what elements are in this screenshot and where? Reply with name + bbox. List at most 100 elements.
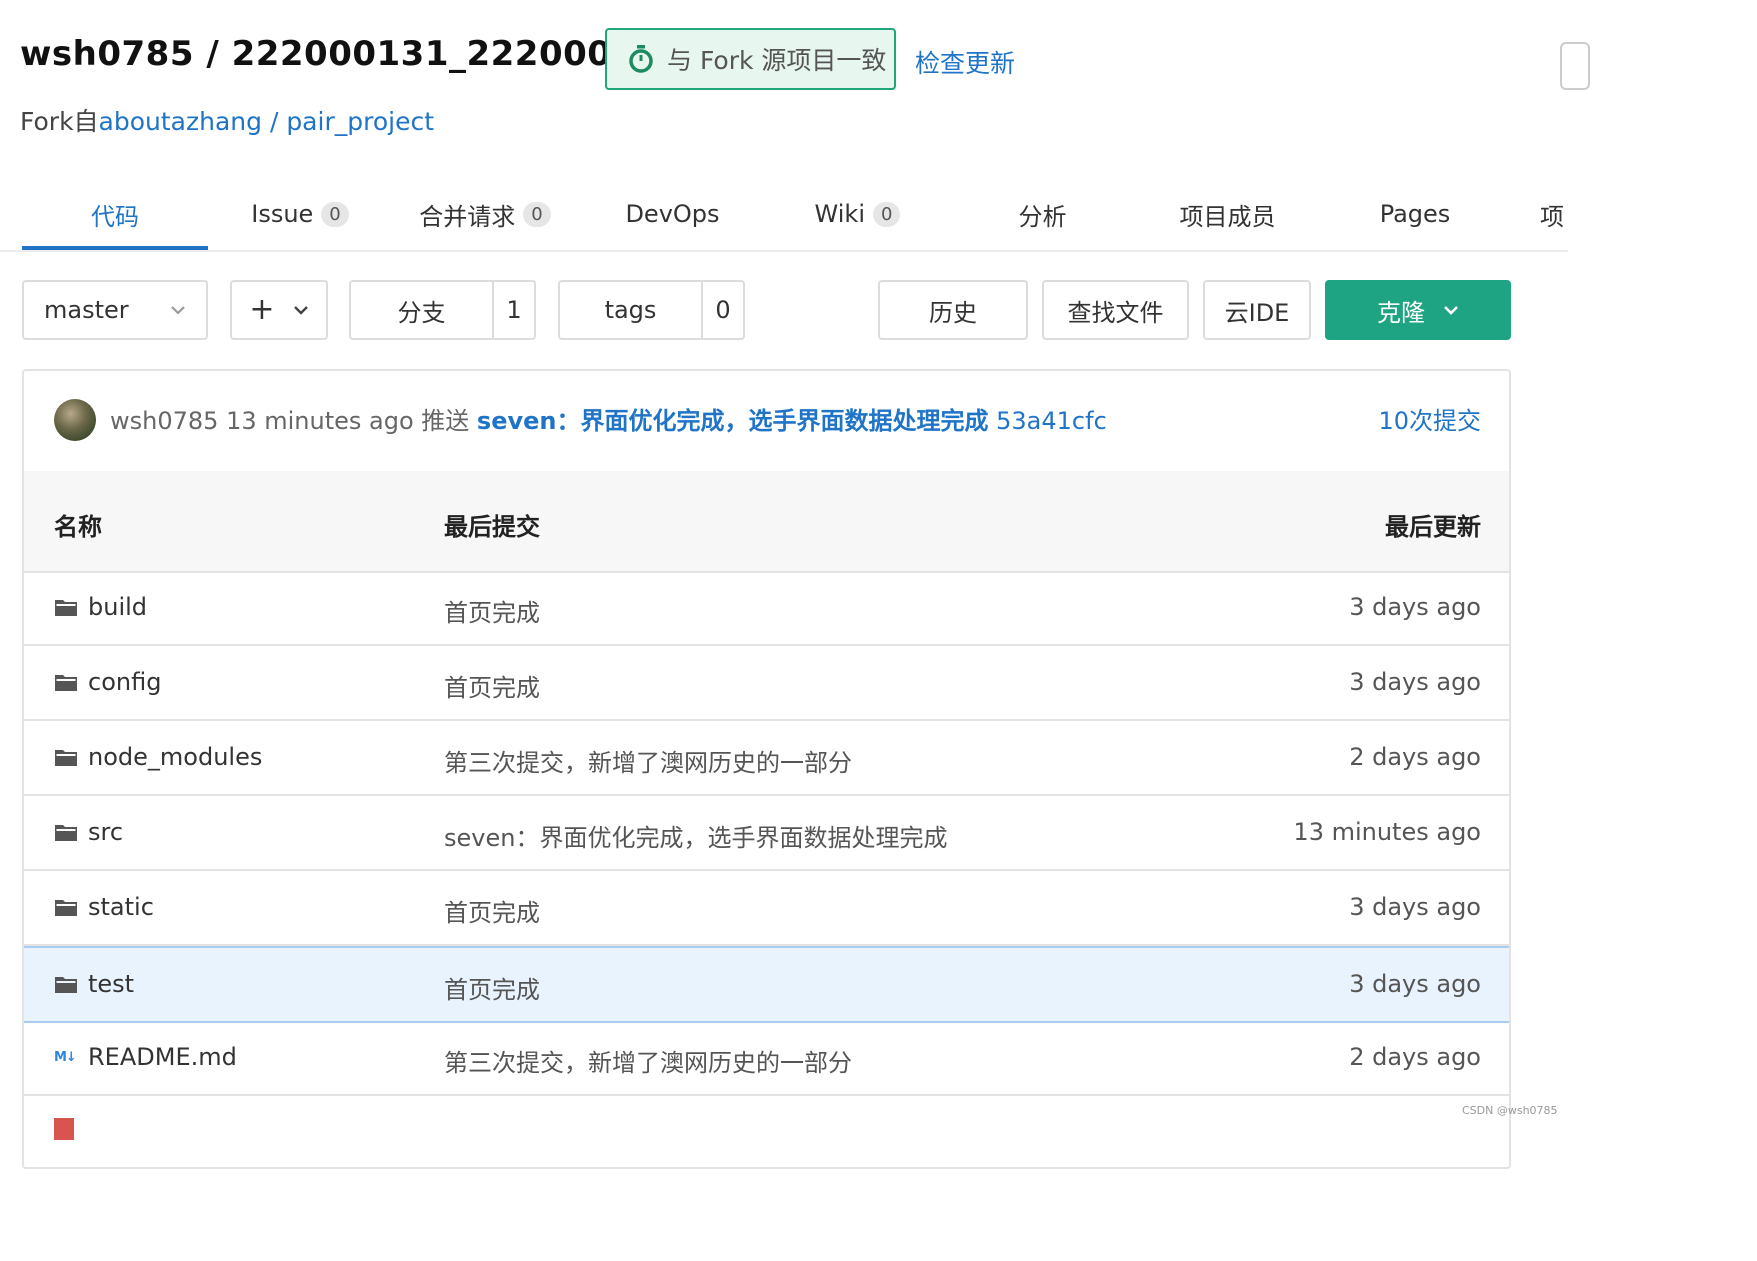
file-name[interactable]: node_modules (88, 743, 262, 771)
commit-action: 推送 (421, 407, 470, 435)
clone-label: 克隆 (1377, 298, 1425, 327)
tab-overflow[interactable]: 项 (1540, 178, 1580, 250)
commit-message-link[interactable]: seven：界面优化完成，选手界面数据处理完成 (477, 407, 989, 435)
branches-label: 分支 (351, 282, 494, 338)
file-name[interactable]: build (88, 593, 147, 621)
last-commit-summary: wsh0785 13 minutes ago 推送 seven：界面优化完成，选… (110, 401, 1107, 436)
tags-label: tags (560, 282, 703, 338)
header-updated: 最后更新 (1385, 513, 1481, 541)
chevron-down-icon (171, 306, 185, 315)
file-name[interactable]: static (88, 893, 154, 921)
tab-merge-requests[interactable]: 合并请求 0 (400, 178, 570, 250)
sync-status-label: 与 Fork 源项目一致 (667, 46, 887, 75)
tab-devops[interactable]: DevOps (600, 178, 745, 250)
tab-devops-label: DevOps (625, 200, 720, 228)
branch-select[interactable]: master (22, 280, 208, 340)
file-last-commit[interactable]: 首页完成 (444, 893, 540, 928)
file-updated: 3 days ago (1349, 893, 1481, 921)
table-row[interactable]: static 首页完成 3 days ago (24, 871, 1509, 946)
clone-button[interactable]: 克隆 (1325, 280, 1511, 340)
file-last-commit[interactable]: 首页完成 (444, 970, 540, 1005)
tab-wiki-label: Wiki (814, 200, 865, 228)
table-row[interactable] (24, 1096, 1509, 1167)
header-action-button[interactable] (1560, 42, 1590, 90)
check-update-link[interactable]: 检查更新 (915, 44, 1015, 80)
history-button[interactable]: 历史 (878, 280, 1028, 340)
tags-count: 0 (715, 296, 731, 324)
tab-members[interactable]: 项目成员 (1150, 178, 1305, 250)
chevron-down-icon (1444, 306, 1458, 315)
folder-icon (55, 977, 77, 993)
table-row[interactable]: src seven：界面优化完成，选手界面数据处理完成 13 minutes a… (24, 796, 1509, 871)
folder-icon (55, 600, 77, 616)
file-name[interactable]: config (88, 668, 161, 696)
file-table-header: 名称 最后提交 最后更新 (24, 471, 1509, 573)
tab-wiki[interactable]: Wiki 0 (785, 178, 930, 250)
branches-button[interactable]: 分支 1 (349, 280, 536, 340)
file-updated: 2 days ago (1349, 1043, 1481, 1071)
tab-issue[interactable]: Issue 0 (230, 178, 370, 250)
branch-select-value: master (44, 296, 129, 324)
new-item-button[interactable]: + (230, 280, 328, 340)
fork-source-line: Fork自aboutazhang / pair_project (20, 102, 434, 138)
branches-count: 1 (506, 296, 522, 324)
tab-analysis-label: 分析 (1018, 202, 1067, 231)
commit-count-link[interactable]: 10次提交 (1378, 401, 1481, 436)
header-name: 名称 (54, 513, 102, 541)
watermark: CSDN @wsh0785 (1462, 1104, 1558, 1117)
tab-pages[interactable]: Pages (1345, 178, 1485, 250)
last-commit-bar: wsh0785 13 minutes ago 推送 seven：界面优化完成，选… (24, 371, 1509, 473)
file-updated: 2 days ago (1349, 743, 1481, 771)
file-last-commit[interactable]: seven：界面优化完成，选手界面数据处理完成 (444, 818, 947, 853)
tab-members-label: 项目成员 (1179, 202, 1276, 231)
find-file-button[interactable]: 查找文件 (1042, 280, 1189, 340)
commit-author[interactable]: wsh0785 (110, 407, 218, 435)
commit-hash-link[interactable]: 53a41cfc (996, 407, 1107, 435)
fork-source-link[interactable]: aboutazhang / pair_project (99, 107, 434, 136)
tab-pages-label: Pages (1379, 200, 1451, 228)
avatar[interactable] (54, 399, 96, 441)
file-name[interactable]: src (88, 818, 123, 846)
file-browser: wsh0785 13 minutes ago 推送 seven：界面优化完成，选… (22, 369, 1511, 1169)
header-last-commit: 最后提交 (444, 513, 540, 541)
markdown-icon: M↓ (54, 1049, 77, 1065)
file-updated: 3 days ago (1349, 593, 1481, 621)
tab-analysis[interactable]: 分析 (975, 178, 1110, 250)
tab-issue-count: 0 (321, 201, 349, 227)
chevron-down-icon (293, 306, 308, 315)
file-updated: 3 days ago (1349, 970, 1481, 998)
fork-prefix: Fork自 (20, 107, 99, 136)
tags-button[interactable]: tags 0 (558, 280, 745, 340)
folder-icon (55, 825, 77, 841)
repo-tabs: 代码 Issue 0 合并请求 0 DevOps Wiki 0 分析 项目成员 Pag… (0, 178, 1568, 252)
tab-merge-requests-count: 0 (523, 201, 551, 227)
table-row[interactable]: node_modules 第三次提交，新增了澳网历史的一部分 2 days ag… (24, 721, 1509, 796)
file-last-commit[interactable]: 第三次提交，新增了澳网历史的一部分 (444, 743, 852, 778)
file-name[interactable]: README.md (88, 1043, 237, 1071)
file-last-commit[interactable]: 首页完成 (444, 593, 540, 628)
file-type-icon (54, 1118, 74, 1140)
folder-icon (55, 900, 77, 916)
tab-merge-requests-label: 合并请求 (419, 202, 516, 231)
plus-icon: + (249, 292, 275, 327)
file-name[interactable]: test (88, 970, 134, 998)
file-updated: 3 days ago (1349, 668, 1481, 696)
folder-icon (55, 675, 77, 691)
table-row[interactable]: build 首页完成 3 days ago (24, 571, 1509, 646)
file-last-commit[interactable]: 首页完成 (444, 668, 540, 703)
table-row[interactable]: config 首页完成 3 days ago (24, 646, 1509, 721)
folder-icon (55, 750, 77, 766)
tab-code[interactable]: 代码 (22, 178, 208, 250)
stopwatch-icon (629, 45, 653, 73)
tab-code-label: 代码 (91, 202, 139, 231)
sync-status-badge[interactable]: 与 Fork 源项目一致 (605, 28, 896, 90)
file-updated: 13 minutes ago (1293, 818, 1481, 846)
file-last-commit[interactable]: 第三次提交，新增了澳网历史的一部分 (444, 1043, 852, 1078)
table-row[interactable]: M↓ README.md 第三次提交，新增了澳网历史的一部分 2 days ago (24, 1021, 1509, 1096)
tab-wiki-count: 0 (872, 201, 901, 227)
table-row[interactable]: test 首页完成 3 days ago (24, 946, 1509, 1023)
commit-time: 13 minutes ago (226, 407, 414, 435)
repo-title: wsh0785 / 222000131_222000129 (20, 34, 684, 74)
active-tab-indicator (22, 246, 208, 250)
cloud-ide-button[interactable]: 云IDE (1203, 280, 1311, 340)
